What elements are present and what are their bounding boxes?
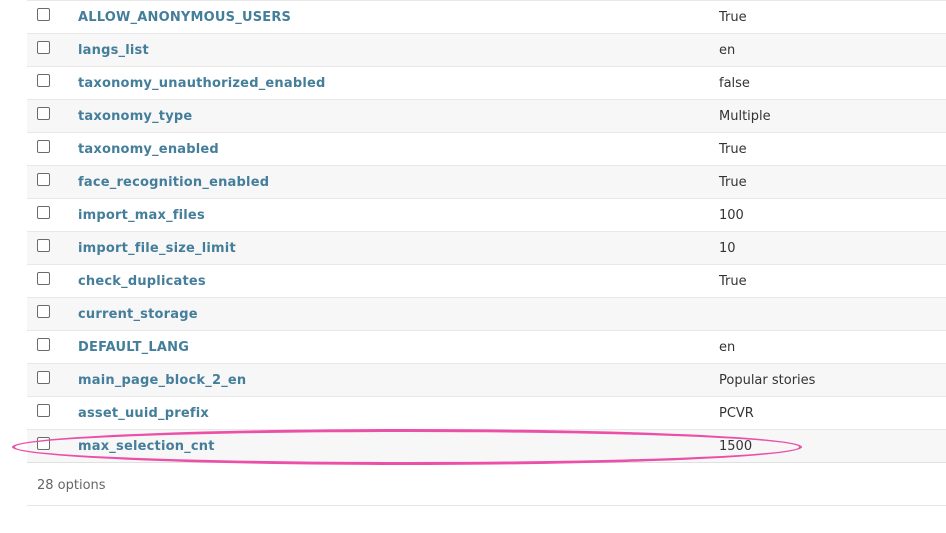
row-select-checkbox[interactable]: [37, 238, 50, 252]
select-cell: [27, 396, 78, 430]
row-select-checkbox[interactable]: [37, 139, 50, 153]
option-value: True: [719, 264, 946, 298]
option-name-cell: ALLOW_ANONYMOUS_USERS: [78, 0, 719, 34]
option-name-cell: asset_uuid_prefix: [78, 396, 719, 430]
table-row: langs_list en: [27, 33, 946, 67]
option-name-link[interactable]: DEFAULT_LANG: [78, 340, 189, 355]
row-select-checkbox[interactable]: [37, 337, 50, 351]
select-cell: [27, 165, 78, 199]
table-row: DEFAULT_LANG en: [27, 330, 946, 364]
row-select-checkbox[interactable]: [37, 304, 50, 318]
option-name-cell: DEFAULT_LANG: [78, 330, 719, 364]
option-value: Popular stories: [719, 363, 946, 397]
table-row: current_storage: [27, 297, 946, 331]
option-value: Multiple: [719, 99, 946, 133]
option-value: True: [719, 165, 946, 199]
option-value: en: [719, 330, 946, 364]
table-row: taxonomy_type Multiple: [27, 99, 946, 133]
select-cell: [27, 0, 78, 34]
table-row: main_page_block_2_en Popular stories: [27, 363, 946, 397]
row-select-checkbox[interactable]: [37, 106, 50, 120]
select-cell: [27, 198, 78, 232]
option-name-cell: max_selection_cnt: [78, 429, 719, 463]
select-cell: [27, 264, 78, 298]
option-name-cell: check_duplicates: [78, 264, 719, 298]
row-select-checkbox[interactable]: [37, 271, 50, 285]
option-name-link[interactable]: check_duplicates: [78, 274, 206, 289]
row-select-checkbox[interactable]: [37, 40, 50, 54]
option-name-cell: taxonomy_unauthorized_enabled: [78, 66, 719, 100]
table-row: face_recognition_enabled True: [27, 165, 946, 199]
option-name-link[interactable]: taxonomy_enabled: [78, 142, 219, 157]
option-name-link[interactable]: import_max_files: [78, 208, 205, 223]
select-cell: [27, 231, 78, 265]
option-name-cell: import_file_size_limit: [78, 231, 719, 265]
table-row: asset_uuid_prefix PCVR: [27, 396, 946, 430]
table-row: taxonomy_enabled True: [27, 132, 946, 166]
select-cell: [27, 429, 78, 463]
row-select-checkbox[interactable]: [37, 7, 50, 21]
option-name-link[interactable]: main_page_block_2_en: [78, 373, 246, 388]
option-name-link[interactable]: asset_uuid_prefix: [78, 406, 209, 421]
row-select-checkbox[interactable]: [37, 370, 50, 384]
option-value: false: [719, 66, 946, 100]
option-name-cell: main_page_block_2_en: [78, 363, 719, 397]
table-row: max_selection_cnt 1500: [27, 429, 946, 463]
option-name-link[interactable]: current_storage: [78, 307, 198, 322]
option-value: 10: [719, 231, 946, 265]
option-value: PCVR: [719, 396, 946, 430]
select-cell: [27, 66, 78, 100]
table-row: check_duplicates True: [27, 264, 946, 298]
option-value: 100: [719, 198, 946, 232]
option-value: [719, 297, 946, 331]
option-value: True: [719, 0, 946, 34]
option-name-link[interactable]: max_selection_cnt: [78, 439, 215, 454]
option-name-cell: face_recognition_enabled: [78, 165, 719, 199]
row-select-checkbox[interactable]: [37, 436, 50, 450]
select-cell: [27, 33, 78, 67]
table-row: import_max_files 100: [27, 198, 946, 232]
result-count: 28 options: [37, 478, 106, 493]
option-name-link[interactable]: langs_list: [78, 43, 149, 58]
row-select-checkbox[interactable]: [37, 205, 50, 219]
paginator: 28 options: [27, 468, 946, 506]
table-row: import_file_size_limit 10: [27, 231, 946, 265]
row-select-checkbox[interactable]: [37, 172, 50, 186]
select-cell: [27, 132, 78, 166]
table-row: taxonomy_unauthorized_enabled false: [27, 66, 946, 100]
option-name-link[interactable]: ALLOW_ANONYMOUS_USERS: [78, 10, 291, 25]
option-name-cell: taxonomy_type: [78, 99, 719, 133]
select-cell: [27, 297, 78, 331]
option-name-link[interactable]: taxonomy_type: [78, 109, 192, 124]
option-value: True: [719, 132, 946, 166]
option-name-link[interactable]: taxonomy_unauthorized_enabled: [78, 76, 326, 91]
option-name-link[interactable]: import_file_size_limit: [78, 241, 236, 256]
select-cell: [27, 363, 78, 397]
row-select-checkbox[interactable]: [37, 73, 50, 87]
option-name-cell: taxonomy_enabled: [78, 132, 719, 166]
options-results-table: ALLOW_ANONYMOUS_USERS True langs_list en tax…: [27, 0, 946, 463]
select-cell: [27, 330, 78, 364]
option-value: 1500: [719, 429, 946, 463]
option-name-cell: langs_list: [78, 33, 719, 67]
option-name-link[interactable]: face_recognition_enabled: [78, 175, 269, 190]
select-cell: [27, 99, 78, 133]
option-name-cell: import_max_files: [78, 198, 719, 232]
option-value: en: [719, 33, 946, 67]
option-name-cell: current_storage: [78, 297, 719, 331]
row-select-checkbox[interactable]: [37, 403, 50, 417]
table-row: ALLOW_ANONYMOUS_USERS True: [27, 0, 946, 34]
